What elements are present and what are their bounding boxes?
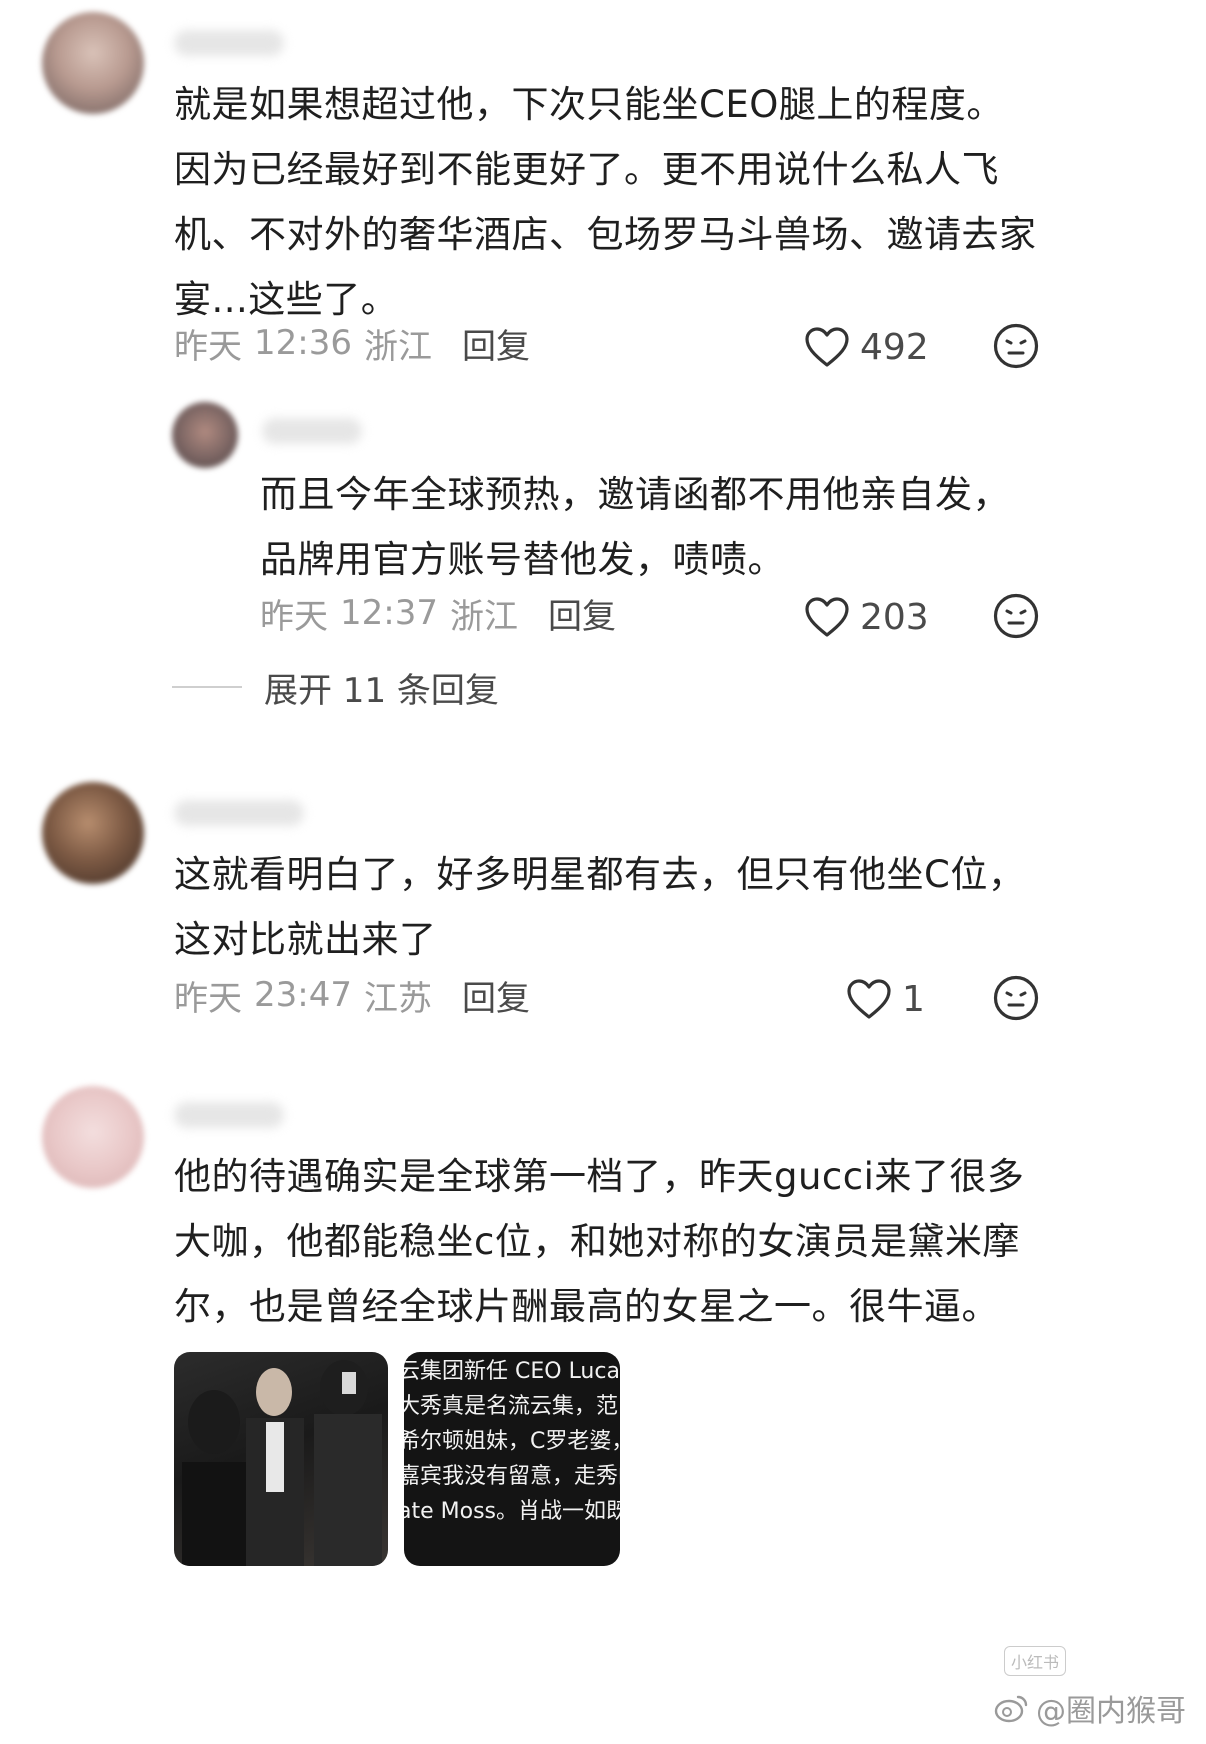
caption-line: 嘉宾我没有留意，走秀的 [404,1464,620,1489]
avatar[interactable] [42,782,144,884]
reply-button[interactable]: 回复 [548,589,616,638]
heart-icon [847,979,891,1019]
avatar[interactable] [172,402,238,468]
comment-date: 昨天 [174,978,242,1019]
comment-page: 就是如果想超过他，下次只能坐CEO腿上的程度。 因为已经最好到不能更好了。更不用… [0,0,1206,1744]
avatar[interactable] [42,1086,144,1188]
comment-image-caption[interactable]: 云集团新任 CEO Luca 大秀真是名流云集，范 希尔顿姐妹，C罗老婆， 嘉宾… [404,1352,620,1566]
meh-face-icon[interactable] [992,322,1040,370]
caption-line: 云集团新任 CEO Luca [404,1359,620,1384]
comment-date: 昨天 [260,596,328,637]
comment-text: 就是如果想超过他，下次只能坐CEO腿上的程度。 因为已经最好到不能更好了。更不用… [174,83,1037,321]
like-count: 203 [860,596,929,638]
comment-meta: 昨天 23:47 江苏 回复 [174,970,530,1020]
caption-line: ate Moss。肖战一如既 [404,1499,620,1524]
weibo-icon [994,1695,1028,1723]
meh-face-icon[interactable] [992,592,1040,640]
like-button[interactable]: 492 [804,322,929,372]
app-logo: 小红书 [1003,1646,1066,1676]
expand-replies-button[interactable]: 展开 11 条回复 [172,664,499,711]
like-button[interactable]: 203 [804,592,929,642]
comment-text: 而且今年全球预热，邀请函都不用他亲自发， 品牌用官方账号替他发，啧啧。 [260,473,1010,581]
username[interactable] [174,800,304,826]
caption-line: 大秀真是名流云集，范 [404,1394,619,1419]
comment-date: 昨天 [174,326,242,367]
meh-face-icon[interactable] [992,974,1040,1022]
heart-icon [805,327,849,367]
divider [172,686,242,688]
username[interactable] [174,1102,284,1128]
comment-location: 浙江 [363,326,432,367]
comment-location: 江苏 [363,978,432,1019]
username[interactable] [174,30,284,56]
watermark: @圈内猴哥 [994,1686,1186,1730]
caption-line: 希尔顿姐妹，C罗老婆， [404,1429,620,1454]
comment-time: 23:47 [254,975,352,1015]
comment-meta: 昨天 12:37 浙江 回复 [260,588,616,638]
comment-time: 12:37 [340,593,438,633]
avatar[interactable] [42,12,144,114]
like-count: 492 [860,326,929,368]
reply-button[interactable]: 回复 [462,971,530,1020]
comment-text: 他的待遇确实是全球第一档了，昨天gucci来了很多 大咖，他都能稳坐c位，和她对… [174,1155,1025,1328]
comment-meta: 昨天 12:36 浙江 回复 [174,318,530,368]
heart-icon [805,597,849,637]
comment-image[interactable] [174,1352,388,1566]
expand-replies-label: 展开 11 条回复 [264,670,499,711]
like-button[interactable]: 1 [846,974,925,1024]
photo-icon [182,1360,382,1566]
comment-text: 这就看明白了，好多明星都有去，但只有他坐C位， 这对比就出来了 [174,853,1026,961]
watermark-text: @圈内猴哥 [1036,1694,1186,1729]
reply-button[interactable]: 回复 [462,319,530,368]
username[interactable] [262,418,362,444]
like-count: 1 [902,978,925,1020]
comment-time: 12:36 [254,323,352,363]
comment-location: 浙江 [449,596,518,637]
